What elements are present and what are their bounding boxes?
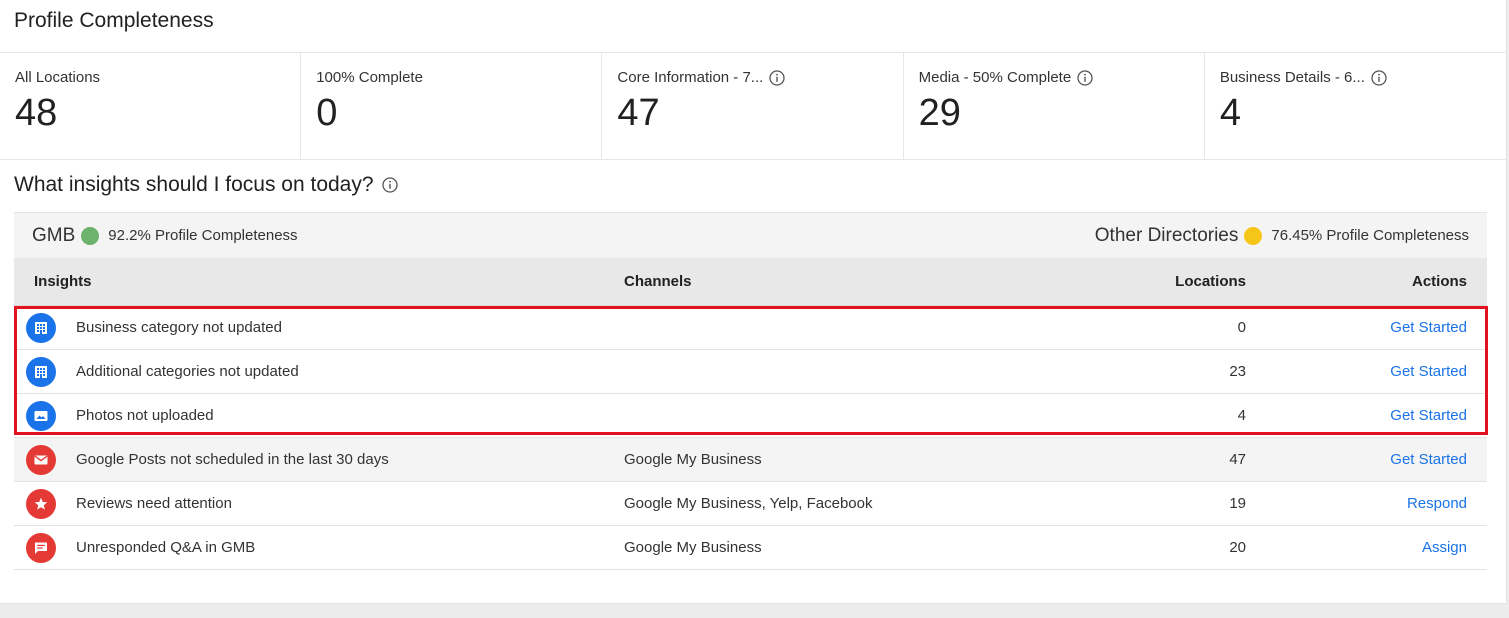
page-title: Profile Completeness <box>14 9 214 32</box>
locations-count: 19 <box>1229 495 1246 512</box>
stat-label: Media - 50% Complete <box>918 69 1072 86</box>
photo-icon <box>26 400 56 431</box>
other-directories-summary: Other Directories 76.45% Profile Complet… <box>1095 225 1469 247</box>
locations-count: 4 <box>1237 407 1246 424</box>
insights-table: GMB 92.2% Profile Completeness Other Dir… <box>14 212 1487 570</box>
stat-value: 48 <box>15 92 58 134</box>
info-icon[interactable] <box>769 69 785 86</box>
get-started-link[interactable]: Get Started <box>1390 319 1467 336</box>
channel-text: Google My Business <box>624 539 762 556</box>
respond-link[interactable]: Respond <box>1407 495 1467 512</box>
stat-value: 47 <box>617 92 660 134</box>
yellow-status-dot-icon <box>1244 226 1263 245</box>
table-row: Business category not updated 0 Get Star… <box>14 306 1487 350</box>
insights-section-title: What insights should I focus on today? <box>14 173 398 197</box>
stat-label: Core Information - 7... <box>617 69 764 86</box>
chat-icon <box>26 532 56 563</box>
locations-count: 0 <box>1237 319 1246 336</box>
channel-text: Google My Business, Yelp, Facebook <box>624 495 873 512</box>
completeness-summary-bar: GMB 92.2% Profile Completeness Other Dir… <box>14 212 1487 258</box>
business-icon <box>26 356 56 387</box>
info-icon[interactable] <box>1371 69 1387 86</box>
stat-value: 29 <box>918 92 961 134</box>
stats-row: All Locations 48 100% Complete 0 Core In… <box>0 52 1506 160</box>
stat-all-locations[interactable]: All Locations 48 <box>0 53 302 159</box>
locations-count: 23 <box>1229 363 1246 380</box>
locations-count: 47 <box>1229 451 1246 468</box>
table-row: Google Posts not scheduled in the last 3… <box>14 438 1487 482</box>
get-started-link[interactable]: Get Started <box>1390 407 1467 424</box>
gmb-summary: GMB 92.2% Profile Completeness <box>32 225 298 247</box>
get-started-link[interactable]: Get Started <box>1390 363 1467 380</box>
table-row: Additional categories not updated 23 Get… <box>14 350 1487 394</box>
header-locations: Locations <box>1175 273 1246 290</box>
stat-label: Business Details - 6... <box>1219 69 1365 86</box>
header-insights: Insights <box>34 273 92 290</box>
info-icon[interactable] <box>1077 69 1093 86</box>
assign-link[interactable]: Assign <box>1422 539 1467 556</box>
insight-text: Business category not updated <box>76 319 282 336</box>
insight-text: Unresponded Q&A in GMB <box>76 539 256 556</box>
table-row: Reviews need attention Google My Busines… <box>14 482 1487 526</box>
green-status-dot-icon <box>81 226 100 245</box>
header-actions: Actions <box>1411 273 1467 290</box>
locations-count: 20 <box>1229 539 1246 556</box>
mail-icon <box>26 444 56 475</box>
other-directories-percent: 76.45% Profile Completeness <box>1271 227 1469 244</box>
table-header: Insights Channels Locations Actions <box>14 258 1487 306</box>
insights-title-text: What insights should I focus on today? <box>14 173 374 196</box>
gmb-label: GMB <box>32 224 76 246</box>
star-icon <box>26 488 56 519</box>
stat-label: 100% Complete <box>316 69 423 86</box>
stat-core-information[interactable]: Core Information - 7... 47 <box>602 53 904 159</box>
get-started-link[interactable]: Get Started <box>1390 451 1467 468</box>
info-icon[interactable] <box>381 177 398 193</box>
insight-text: Reviews need attention <box>76 495 232 512</box>
stat-100-complete[interactable]: 100% Complete 0 <box>301 53 603 159</box>
table-row: Unresponded Q&A in GMB Google My Busines… <box>14 526 1487 570</box>
stat-value: 0 <box>316 92 338 134</box>
profile-completeness-card: Profile Completeness All Locations 48 10… <box>0 0 1507 604</box>
stat-media[interactable]: Media - 50% Complete 29 <box>904 53 1205 159</box>
insight-text: Additional categories not updated <box>76 363 299 380</box>
insight-text: Photos not uploaded <box>76 407 214 424</box>
stat-label: All Locations <box>15 69 101 86</box>
business-icon <box>26 312 56 343</box>
table-row: Photos not uploaded 4 Get Started <box>14 394 1487 438</box>
other-directories-label: Other Directories <box>1094 224 1239 246</box>
header-channels: Channels <box>624 273 692 290</box>
channel-text: Google My Business <box>624 451 762 468</box>
insight-text: Google Posts not scheduled in the last 3… <box>76 451 389 468</box>
stat-business-details[interactable]: Business Details - 6... 4 <box>1205 53 1506 159</box>
stat-value: 4 <box>1219 92 1241 134</box>
gmb-percent: 92.2% Profile Completeness <box>108 227 298 244</box>
